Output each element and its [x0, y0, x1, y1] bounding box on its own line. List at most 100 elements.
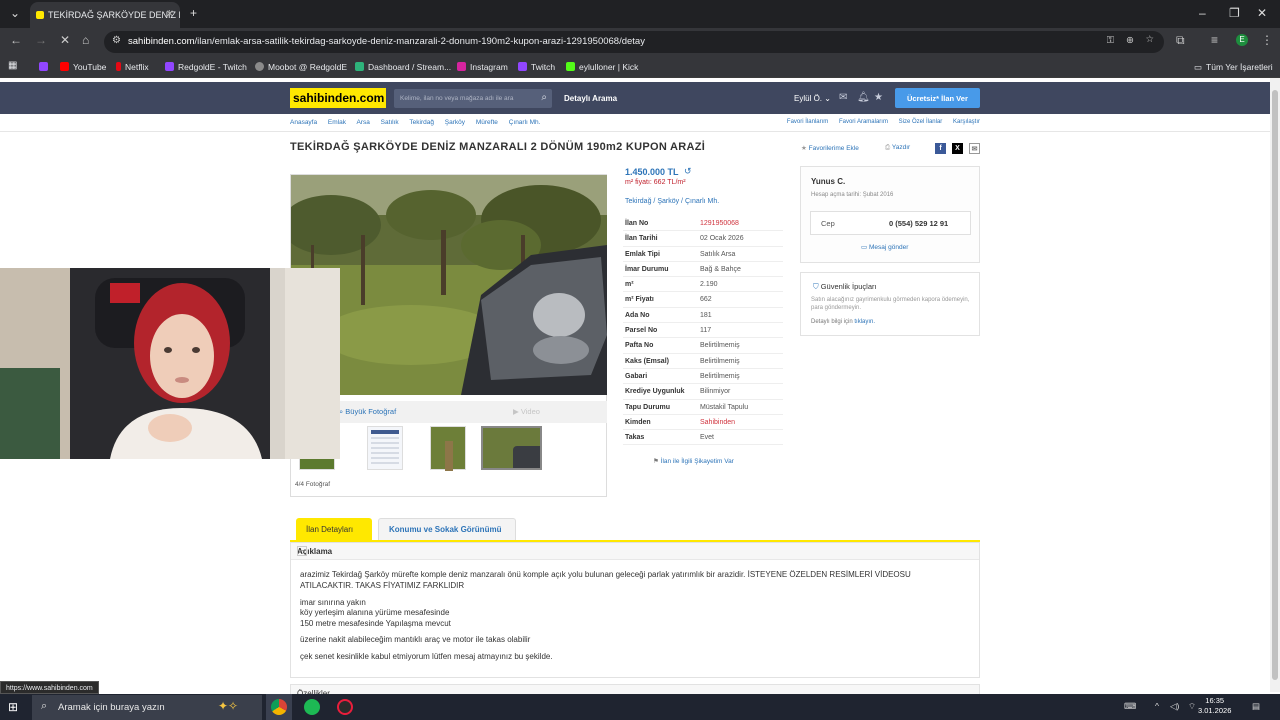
- bookmark-moobot[interactable]: Moobot @ RedgoldE: [255, 62, 347, 72]
- search-icon[interactable]: ⌕: [541, 92, 547, 103]
- breadcrumb-item[interactable]: Satılık: [381, 119, 399, 126]
- breadcrumb-item[interactable]: Emlak: [328, 119, 346, 126]
- detailed-search-link[interactable]: Detaylı Arama: [564, 94, 617, 103]
- user-menu[interactable]: Eylül Ö. ⌄: [794, 94, 831, 103]
- seller-name[interactable]: Yunus C.: [811, 177, 845, 186]
- email-share-icon[interactable]: ✉: [969, 143, 980, 154]
- tab-listing-details[interactable]: İlan Detayları: [296, 518, 372, 540]
- zoom-icon[interactable]: ⊕: [1126, 35, 1134, 46]
- new-tab-icon[interactable]: +: [190, 6, 197, 20]
- phone-number[interactable]: 0 (554) 529 12 91: [889, 219, 948, 228]
- bookmark-redgolde-twitch[interactable]: RedgoldE - Twitch: [165, 62, 247, 72]
- favorites-star-icon[interactable]: ★: [874, 92, 883, 103]
- site-logo[interactable]: sahibinden.com: [290, 88, 386, 108]
- facebook-share-icon[interactable]: f: [935, 143, 946, 154]
- extensions-icon[interactable]: ⧉: [1176, 33, 1185, 48]
- report-listing-link[interactable]: ⚑ İlan ile İlgili Şikayetim Var: [653, 457, 734, 465]
- bookmark-youtube[interactable]: YouTube: [60, 62, 106, 72]
- breadcrumb-item[interactable]: Tekirdağ: [409, 119, 434, 126]
- restore-icon[interactable]: ❐: [1229, 6, 1240, 20]
- post-ad-button[interactable]: Ücretsiz* İlan Ver: [895, 88, 980, 108]
- folder-icon: ▭: [1194, 62, 1203, 72]
- spotify-icon[interactable]: [304, 699, 320, 715]
- detail-row: Takas Evet: [623, 430, 783, 446]
- home-icon[interactable]: ⌂: [82, 33, 89, 47]
- bookmark-kick[interactable]: eylulloner | Kick: [566, 62, 638, 72]
- detail-row: İlan No 1291950068: [623, 216, 783, 232]
- url-bar[interactable]: ⚙ sahibinden.com/ilan/emlak-arsa-satilik…: [104, 31, 1164, 53]
- password-key-icon[interactable]: ⚿: [1107, 35, 1114, 46]
- phone-box: Cep 0 (554) 529 12 91: [810, 211, 971, 235]
- bookmark-netflix[interactable]: Netflix: [116, 62, 149, 72]
- profile-avatar[interactable]: E: [1236, 34, 1248, 46]
- m2-price: m² fiyatı: 662 TL/m²: [625, 179, 686, 186]
- location-neighborhood[interactable]: Çınarlı Mh.: [685, 198, 719, 205]
- favorite-searches-link[interactable]: Favori Aramalarım: [839, 119, 888, 125]
- bookmark-dashboard[interactable]: Dashboard / Stream...: [355, 62, 451, 72]
- breadcrumb-item[interactable]: Çınarlı Mh.: [509, 119, 541, 126]
- description-line: köy yerleşim alanına yürüme mesafesinde: [300, 608, 450, 617]
- recommended-listings-link[interactable]: Size Özel İlanlar: [899, 119, 943, 125]
- site-favicon-icon: [36, 11, 44, 19]
- divider: [0, 131, 1280, 132]
- taskbar-clock[interactable]: 16:35 3.01.2026: [1198, 696, 1231, 716]
- photo-thumbnail[interactable]: [430, 426, 466, 471]
- print-link[interactable]: ⎙ Yazdır: [885, 144, 910, 152]
- chrome-icon[interactable]: [271, 699, 287, 715]
- close-tab-icon[interactable]: ✕: [166, 9, 174, 20]
- security-more-link[interactable]: tıklayın.: [854, 319, 875, 325]
- notification-bell-icon[interactable]: 🔔︎: [857, 92, 870, 103]
- tab-location-street-view[interactable]: Konumu ve Sokak Görünümü: [378, 518, 516, 540]
- description-header[interactable]: Açıklama ︿: [291, 543, 979, 560]
- tab-list-icon[interactable]: ⌄: [10, 6, 20, 20]
- stop-loading-icon[interactable]: ✕: [60, 33, 70, 47]
- bookmark-twitch[interactable]: [39, 62, 52, 72]
- sparkle-icon[interactable]: ✦✧: [218, 699, 238, 713]
- photo-thumbnail[interactable]: [367, 426, 403, 470]
- breadcrumb-item[interactable]: Mürefte: [476, 119, 498, 126]
- tray-overflow-icon[interactable]: ^: [1155, 701, 1159, 711]
- send-message-link[interactable]: ▭ Mesaj gönder: [861, 243, 908, 251]
- compare-link[interactable]: Karşılaştır: [953, 119, 980, 125]
- breadcrumb-item[interactable]: Arsa: [356, 119, 369, 126]
- back-icon[interactable]: ←: [10, 33, 22, 47]
- add-favorite-link[interactable]: ★ Favorilerime Ekle: [801, 144, 859, 152]
- bookmark-twitch-2[interactable]: Twitch: [518, 62, 555, 72]
- breadcrumb-item[interactable]: Anasayfa: [290, 119, 317, 126]
- obs-icon[interactable]: [337, 699, 353, 715]
- favorite-listings-link[interactable]: Favori İlanlarım: [787, 119, 828, 125]
- close-window-icon[interactable]: ✕: [1257, 6, 1267, 20]
- site-info-icon[interactable]: ⚙: [112, 35, 121, 46]
- speaker-icon[interactable]: ◁): [1170, 701, 1179, 712]
- minimize-icon[interactable]: –: [1199, 6, 1206, 20]
- keyboard-icon[interactable]: ⌨: [1124, 701, 1136, 712]
- breadcrumb: Anasayfa Emlak Arsa Satılık Tekirdağ Şar…: [290, 119, 549, 131]
- detail-row: Ada No 181: [623, 308, 783, 324]
- all-bookmarks[interactable]: ▭ Tüm Yer İşaretleri: [1194, 62, 1273, 73]
- collapse-icon[interactable]: ︿: [297, 546, 307, 556]
- big-photo-button[interactable]: ⌕ Büyük Fotoğraf: [339, 407, 396, 417]
- page-scrollbar[interactable]: [1270, 78, 1280, 692]
- x-share-icon[interactable]: X: [952, 143, 963, 154]
- forward-icon[interactable]: →: [35, 33, 47, 47]
- windows-start-icon[interactable]: ⊞: [8, 700, 18, 714]
- browser-tab[interactable]: TEKİRDAĞ ŞARKÖYDE DENİZ M ✕: [30, 2, 180, 28]
- location-city[interactable]: Tekirdağ: [625, 198, 651, 205]
- browser-menu-icon[interactable]: ⋮: [1261, 33, 1273, 47]
- video-button[interactable]: ▶ Video: [513, 407, 540, 416]
- network-icon[interactable]: ⌔: [1188, 701, 1196, 712]
- message-icon[interactable]: ✉: [839, 92, 847, 103]
- location-district[interactable]: Şarköy: [657, 198, 679, 205]
- location-breadcrumb: Tekirdağ / Şarköy / Çınarlı Mh.: [625, 198, 720, 205]
- price-history-icon[interactable]: ↺: [684, 166, 692, 177]
- reading-list-icon[interactable]: ≡: [1211, 33, 1218, 47]
- scrollbar-thumb[interactable]: [1272, 90, 1278, 680]
- play-icon: ▶: [513, 407, 519, 416]
- apps-grid-icon[interactable]: ▦: [8, 60, 17, 71]
- search-input[interactable]: Kelime, ilan no veya mağaza adı ile ara …: [394, 89, 552, 108]
- photo-thumbnail-active[interactable]: [481, 426, 542, 470]
- bookmark-instagram[interactable]: Instagram: [457, 62, 508, 72]
- bookmark-star-icon[interactable]: ☆: [1145, 34, 1154, 45]
- notifications-icon[interactable]: ▤: [1252, 701, 1260, 712]
- breadcrumb-item[interactable]: Şarköy: [445, 119, 465, 126]
